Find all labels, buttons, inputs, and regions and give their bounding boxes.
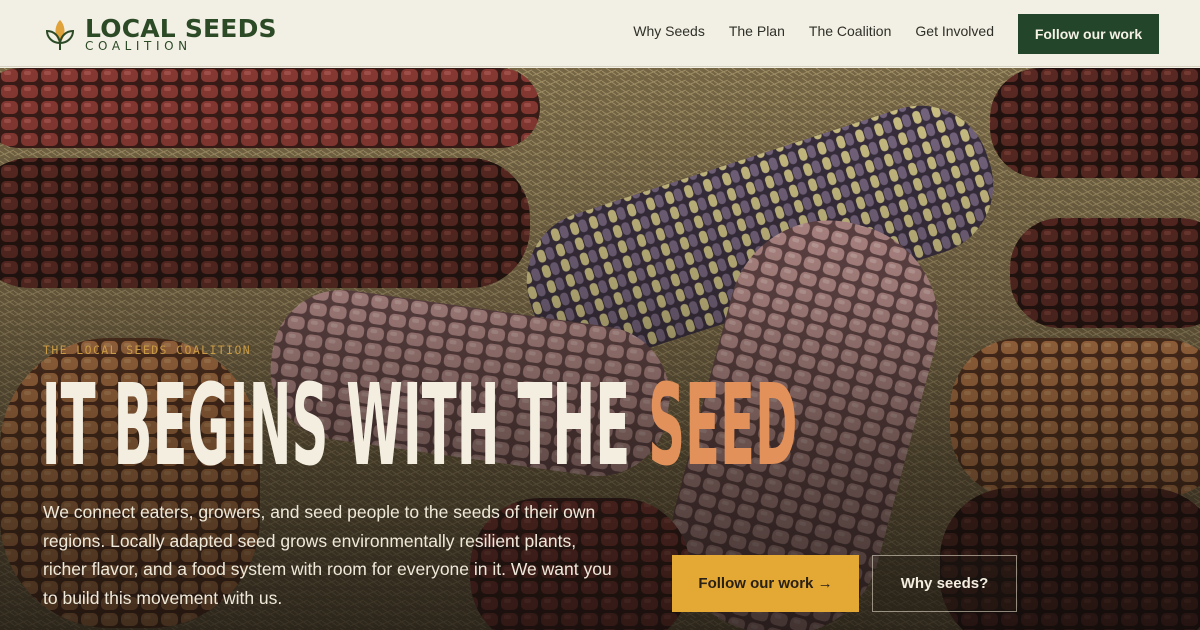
hero-why-seeds-button[interactable]: Why seeds? (872, 555, 1017, 612)
headline-main: IT BEGINS WITH THE (42, 368, 649, 478)
hero-headline: IT BEGINS WITH THE SEED (40, 368, 1160, 478)
nav-the-coalition[interactable]: The Coalition (809, 23, 892, 39)
site-header: LOCAL SEEDS COALITION Why Seeds The Plan… (0, 0, 1200, 67)
logo[interactable]: LOCAL SEEDS COALITION (44, 16, 277, 52)
main-nav: Why Seeds The Plan The Coalition Get Inv… (633, 23, 994, 39)
headline-svg: IT BEGINS WITH THE SEED (42, 368, 798, 478)
hero-section: THE LOCAL SEEDS COALITION IT BEGINS WITH… (0, 68, 1200, 630)
svg-text:IT BEGINS WITH THE SEED: IT BEGINS WITH THE SEED (42, 368, 798, 478)
nav-get-involved[interactable]: Get Involved (915, 23, 994, 39)
follow-our-work-button[interactable]: Follow our work (1018, 14, 1159, 54)
hero-follow-button[interactable]: Follow our work → (672, 555, 859, 612)
nav-the-plan[interactable]: The Plan (729, 23, 785, 39)
logo-title: LOCAL SEEDS (85, 14, 277, 43)
hero-eyebrow: THE LOCAL SEEDS COALITION (43, 343, 252, 357)
headline-accent: SEED (648, 368, 797, 478)
seed-leaf-icon (45, 20, 75, 50)
hero-body-text: We connect eaters, growers, and seed peo… (43, 502, 612, 608)
nav-why-seeds[interactable]: Why Seeds (633, 23, 705, 39)
